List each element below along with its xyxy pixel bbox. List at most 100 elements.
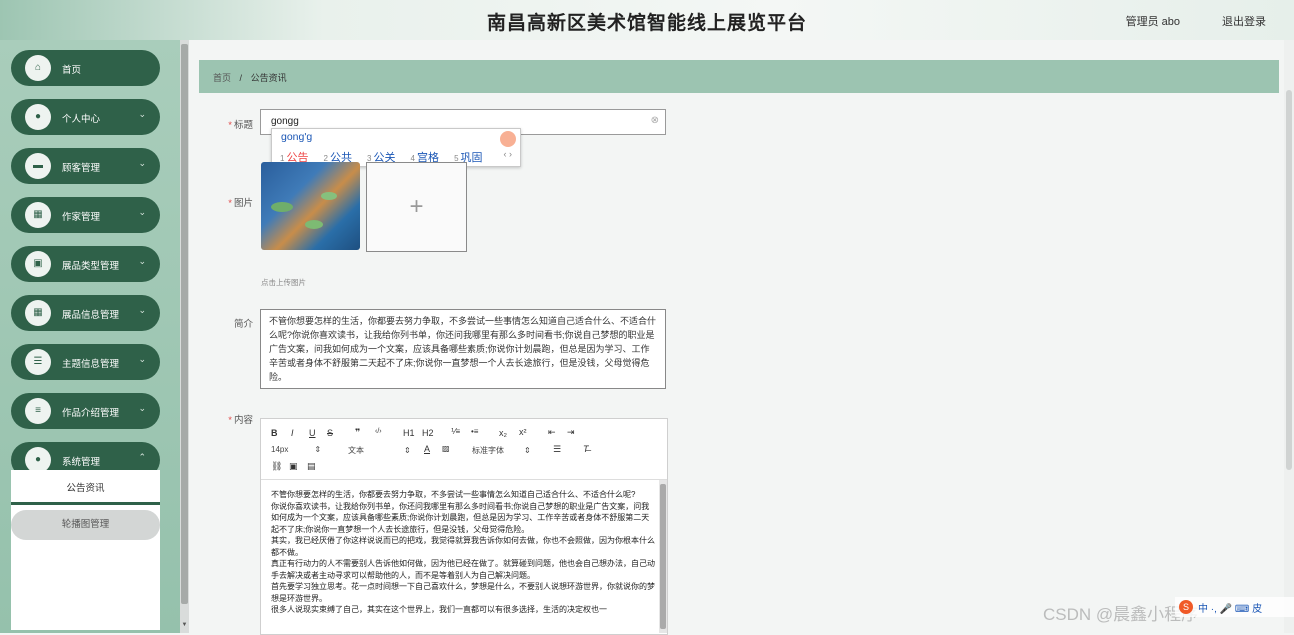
breadcrumb: 首页 / 公告资讯 [199,60,1279,93]
indent-icon[interactable]: ⇥ [567,427,575,438]
logout-link[interactable]: 退出登录 [1222,13,1266,29]
sidebar-item-label: 系统管理 [62,457,101,468]
sidebar-item-home[interactable]: ⌂ 首页 [11,50,160,86]
image-upload-button[interactable]: + [366,162,467,252]
ime-toolbar-items: 中 ·, 🎤 ⌨ 皮 [1198,603,1263,615]
submenu-item-announcements[interactable]: 公告资讯 [11,480,160,494]
title-label: * 标题 [228,120,253,131]
italic-button[interactable]: I [291,428,294,438]
ime-pager[interactable]: ‹ › [504,149,513,159]
admin-user-label: 管理员 abo [1125,16,1180,28]
sidebar-item-label: 顾客管理 [62,163,101,174]
sidebar-item-label: 个人中心 [62,114,101,125]
subscript-button[interactable]: x₂ [499,428,507,438]
page-title: 南昌高新区美术馆智能线上展览平台 [486,13,807,34]
strike-button[interactable]: S [327,428,333,438]
plus-icon: + [409,193,424,220]
sidebar-item-exhibit-info-management[interactable]: ▦ 展品信息管理 ⌄ [11,295,160,331]
blockquote-icon[interactable]: ❞ [355,427,360,438]
underline-button[interactable]: U [309,428,316,438]
sidebar-scrollbar[interactable]: ▼ [180,40,189,633]
grid-icon: ▦ [25,300,51,326]
chevron-down-icon: ⌄ [138,354,146,364]
main-content: 首页 / 公告资讯 * 标题 gongg ⊗ gong'g 1 公告 2 公共 3 公关… [189,40,1294,635]
sidebar-item-label: 作品介绍管理 [62,408,120,419]
sogou-logo-icon: S [1179,600,1193,614]
font-color-icon[interactable]: A [424,444,430,454]
sidebar-item-label: 首页 [62,65,82,76]
superscript-button[interactable]: x² [519,427,527,437]
ordered-list-icon[interactable]: ⅟≡ [451,427,460,436]
bold-button[interactable]: B [271,428,278,438]
uploaded-image-thumbnail[interactable] [261,162,360,250]
editor-content[interactable]: 不管你想要怎样的生活，你都要去努力争取，不多尝试一些事情怎么知道自己适合什么、不… [271,489,655,632]
title-input-value: gongg [271,116,299,127]
system-submenu: 公告资讯 轮播图管理 [11,470,160,630]
chevron-down-icon: ⌄ [138,403,146,413]
user-icon: ● [25,104,51,130]
top-header: 南昌高新区美术馆智能线上展览平台 管理员 abo 退出登录 [0,0,1294,40]
active-indicator [11,502,160,505]
background-color-icon[interactable]: ▨ [442,444,450,453]
intro-label: 简介 [233,319,253,330]
sidebar-item-work-intro-management[interactable]: ≡ 作品介绍管理 ⌄ [11,393,160,429]
chevron-down-icon: ⌄ [138,109,146,119]
rich-text-editor: B I U S ❞ ‹/› H1 H2 ⅟≡ •≡ x₂ x² ⇤ ⇥ 14px… [260,418,668,635]
home-icon: ⌂ [25,55,51,81]
ime-toolbar[interactable]: S 中 ·, 🎤 ⌨ 皮 [1175,597,1294,617]
required-mark: * [228,415,232,426]
align-icon[interactable]: ☰ [553,444,561,455]
ime-composition: gong'g [281,131,313,143]
sidebar-item-author-management[interactable]: ▦ 作家管理 ⌄ [11,197,160,233]
heading2-button[interactable]: H2 [422,428,434,438]
code-block-icon[interactable]: ‹/› [375,428,382,435]
sliders-icon: ☰ [25,349,51,375]
sidebar-item-label: 展品类型管理 [62,261,120,272]
intro-textarea[interactable]: 不管你想要怎样的生活，你都要去努力争取，不多尝试一些事情怎么知道自己适合什么、不… [260,309,666,389]
clear-format-icon[interactable]: T̶ [583,444,589,454]
font-size-select[interactable]: 14px ⇕ [271,445,321,454]
content-label: * 内容 [228,415,253,426]
image-label: * 图片 [228,198,253,209]
sidebar-item-label: 作家管理 [62,212,101,223]
sidebar: ⌂ 首页 ● 个人中心 ⌄ ▬ 顾客管理 ⌄ ▦ 作家管理 ⌄ ▣ 展品类型管理… [11,40,160,633]
ime-logo-icon [500,131,516,147]
editor-scrollbar[interactable] [659,480,667,633]
sidebar-item-label: 展品信息管理 [62,310,120,321]
clear-icon[interactable]: ⊗ [651,115,659,126]
breadcrumb-current: 公告资讯 [250,73,287,83]
paragraph-select[interactable]: 文本 ⇕ [348,445,411,456]
outdent-icon[interactable]: ⇤ [548,427,556,438]
breadcrumb-home[interactable]: 首页 [213,73,231,83]
main-scrollbar[interactable] [1284,40,1294,633]
scrollbar-thumb[interactable] [1286,90,1292,470]
video-icon[interactable]: ▤ [307,461,316,472]
submenu-item-carousel[interactable]: 轮播图管理 [11,510,160,540]
chevron-down-icon: ⌄ [138,305,146,315]
briefcase-icon: ▣ [25,251,51,277]
link-icon[interactable]: ⛓ [271,461,282,472]
sidebar-item-label: 主题信息管理 [62,359,120,370]
image-icon[interactable]: ▣ [289,461,298,472]
upload-tip: 点击上传图片 [261,278,306,287]
grid-icon: ▦ [25,202,51,228]
scroll-down-arrow-icon[interactable]: ▼ [180,622,189,628]
required-mark: * [228,120,232,131]
sidebar-item-customer-management[interactable]: ▬ 顾客管理 ⌄ [11,148,160,184]
chevron-up-icon: ⌃ [138,452,146,462]
heading1-button[interactable]: H1 [403,428,415,438]
font-family-select[interactable]: 标准字体 ⇕ [472,445,531,456]
chevron-down-icon: ⌄ [138,207,146,217]
required-mark: * [228,198,232,209]
sidebar-item-exhibit-type-management[interactable]: ▣ 展品类型管理 ⌄ [11,246,160,282]
sidebar-item-theme-info-management[interactable]: ☰ 主题信息管理 ⌄ [11,344,160,380]
breadcrumb-separator: / [239,73,243,83]
scrollbar-thumb[interactable] [181,44,188,604]
chevron-down-icon: ⌄ [138,256,146,266]
editor-toolbar: B I U S ❞ ‹/› H1 H2 ⅟≡ •≡ x₂ x² ⇤ ⇥ 14px… [261,419,667,480]
list-icon: ≡ [25,398,51,424]
sidebar-item-personal-center[interactable]: ● 个人中心 ⌄ [11,99,160,135]
bullet-list-icon[interactable]: •≡ [471,427,478,436]
chevron-down-icon: ⌄ [138,158,146,168]
monitor-icon: ▬ [25,153,51,179]
